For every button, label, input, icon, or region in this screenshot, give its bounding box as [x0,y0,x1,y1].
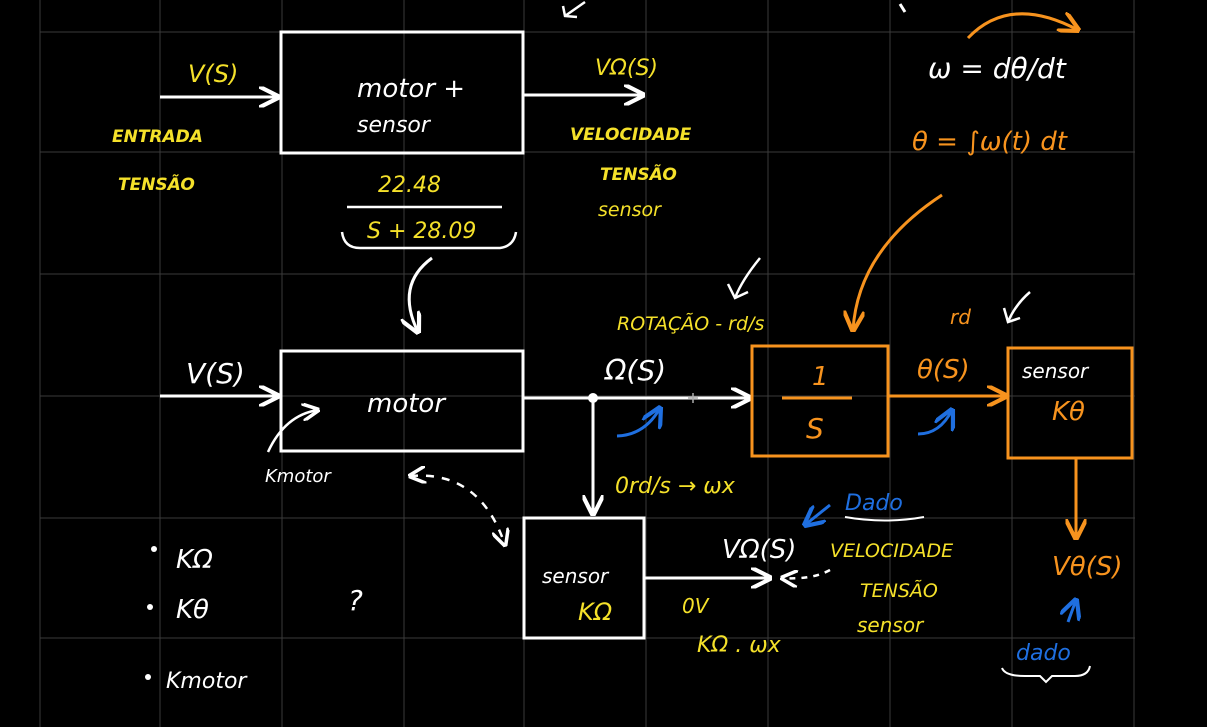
top-input-label-2: TENSÃO [118,172,195,195]
bullet [145,674,151,680]
top-output-label-3: sensor [598,199,662,221]
dado-underbrace-2 [1001,665,1091,684]
theta-signal: θ(S) [917,355,970,385]
motor-block-label: motor [367,389,447,419]
top-input-signal: V(S) [188,60,238,88]
cursor-icon [688,393,698,403]
whiteboard: V(S) ENTRADA TENSÃO motor + sensor VΩ(S)… [39,0,1135,727]
list-item-2: Kθ [176,595,209,625]
rotation-pointer-arrow [726,257,761,300]
top-input-label-1: ENTRADA [112,127,203,147]
dado-up-arrow [1068,600,1076,623]
list-item-1: KΩ [176,545,213,575]
tf-denominator: S + 28.09 [367,219,476,244]
motor-gain-label: Kmotor [265,466,332,487]
middle-input-signal: V(S) [186,357,245,390]
dashed-pointer [782,568,831,578]
bullet [151,546,157,552]
orange-curve-arrow [966,14,1078,40]
integrator-denominator: S [806,412,824,445]
list-item-3: Kmotor [166,669,248,694]
down-arrow-to-motor [409,256,433,332]
bullet [147,604,153,610]
theta-sensor-line-1: sensor [1022,359,1090,383]
question-mark: ? [348,584,363,617]
theta-out-signal: Vθ(S) [1052,552,1122,582]
dado-label-1: Dado [845,491,903,516]
orange-arrow-to-integrator [853,193,943,330]
zero-volt-label: 0V [682,594,710,618]
dado-pointer-arrow [805,503,831,525]
vel-label-2: TENSÃO [860,579,938,602]
theta-integral: θ = ∫ω(t) dt [912,127,1068,157]
theta-blue-arrow [917,410,952,436]
dashed-curve-to-sensor [410,476,505,545]
omega-signal: Ω(S) [604,354,666,387]
omega-blue-arrow [616,408,660,438]
integrator-numerator: 1 [812,362,829,392]
motor-gain-arrow [266,410,318,453]
theta-sensor-line-2: Kθ [1052,397,1085,427]
top-output-label-1: VELOCIDADE [570,125,692,145]
rd-label: rd [950,305,971,329]
block-line-2: sensor [357,113,432,138]
sensor-out-signal: VΩ(S) [722,535,796,565]
stray-arrow-mark [561,0,586,19]
formulas: ω = dθ/dt θ = ∫ω(t) dt [853,14,1078,330]
vel-label-3: sensor [857,613,925,637]
omega-sensor-line-2: KΩ [578,598,613,626]
block-line-1: motor + [357,74,465,104]
stray-mark [898,3,907,13]
tf-numerator: 22.48 [378,173,441,198]
omega-note: 0rd/s → ωx [615,474,736,499]
omega-sensor-line-1: sensor [542,564,610,588]
vel-label-1: VELOCIDADE [830,540,953,562]
top-diagram: V(S) ENTRADA TENSÃO motor + sensor VΩ(S)… [112,30,692,332]
product-label: KΩ . ωx [697,633,782,658]
dado-label-2: dado [1016,641,1071,666]
rd-check-arrow [1002,291,1031,324]
top-output-signal: VΩ(S) [595,56,658,81]
top-output-label-2: TENSÃO [600,162,677,185]
unknowns-list: KΩ Kθ Kmotor ? [145,545,363,694]
omega-definition: ω = dθ/dt [928,52,1067,85]
rotation-label: ROTAÇÃO - rd/s [617,312,764,335]
